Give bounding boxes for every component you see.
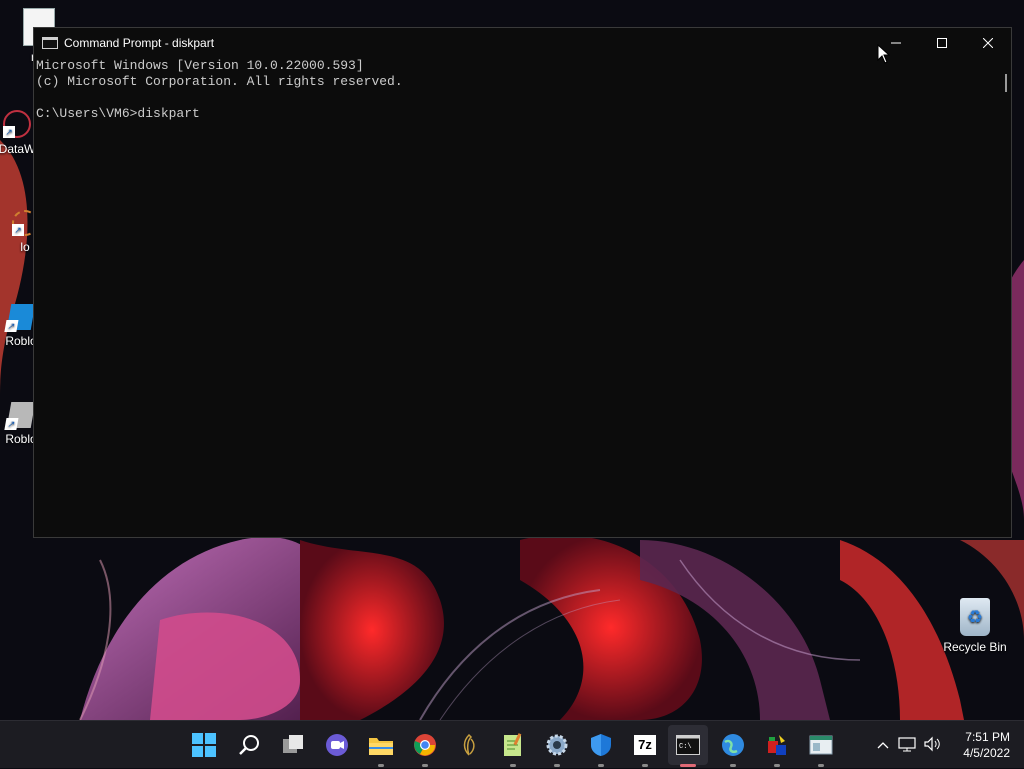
running-indicator <box>378 764 384 767</box>
recycle-bin-label: Recycle Bin <box>943 640 1007 654</box>
console-line: Microsoft Windows [Version 10.0.22000.59… <box>36 58 364 73</box>
active-indicator <box>680 764 696 767</box>
console-prompt-line: C:\Users\VM6>diskpart <box>36 106 200 121</box>
running-indicator <box>642 764 648 767</box>
show-hidden-icons-button[interactable] <box>872 738 894 752</box>
search-button[interactable] <box>233 729 265 761</box>
running-indicator <box>598 764 604 767</box>
clock-time: 7:51 PM <box>965 730 1010 744</box>
roblox-studio-icon: ↗ <box>4 402 36 430</box>
settings-button[interactable] <box>541 729 573 767</box>
minimize-icon <box>891 42 901 44</box>
window-title: Command Prompt - diskpart <box>64 36 215 50</box>
start-button[interactable] <box>188 729 220 761</box>
clock-date: 4/5/2022 <box>963 746 1010 760</box>
file-explorer-button[interactable] <box>365 729 397 767</box>
volume-icon <box>924 736 940 751</box>
app-button[interactable] <box>453 729 485 761</box>
settings-icon <box>546 734 568 756</box>
desktop-icon-label: Roblo <box>5 334 37 348</box>
close-button[interactable] <box>965 28 1011 58</box>
browser-button[interactable] <box>717 729 749 767</box>
paint-icon <box>768 735 786 755</box>
maximize-icon <box>937 38 947 48</box>
taskbar: 7z C:\ 7:51 PM 4/5/2022 <box>0 720 1024 768</box>
chevron-up-icon <box>877 742 889 749</box>
file-explorer-icon <box>369 738 393 755</box>
teams-chat-icon <box>326 734 348 756</box>
running-indicator <box>774 764 780 767</box>
mouse-cursor-icon <box>877 44 891 64</box>
desktop-icon-label: lo <box>20 240 30 254</box>
app-icon <box>463 733 475 756</box>
command-prompt-icon: C:\ <box>676 735 700 755</box>
shortcut-arrow-icon: ↗ <box>4 418 19 430</box>
browser-icon <box>722 734 744 756</box>
7zip-button[interactable]: 7z <box>629 729 661 767</box>
running-indicator <box>818 764 824 767</box>
task-view-icon <box>283 735 303 753</box>
volume-button[interactable] <box>920 736 944 755</box>
notepad-plus-button[interactable] <box>497 729 529 767</box>
shortcut-arrow-icon: ↗ <box>4 320 19 332</box>
recycle-bin-icon: ♻ <box>960 598 990 636</box>
roblox-icon: ↗ <box>4 304 36 332</box>
7zip-icon: 7z <box>634 735 656 755</box>
command-prompt-window[interactable]: Command Prompt - diskpart Microsoft Wind… <box>33 27 1012 538</box>
app-window-button[interactable] <box>805 729 837 767</box>
running-indicator <box>422 764 428 767</box>
windows-security-icon <box>591 734 611 756</box>
close-icon <box>983 38 993 48</box>
running-indicator <box>510 764 516 767</box>
search-icon <box>239 735 259 755</box>
vertical-scrollbar[interactable] <box>999 58 1011 537</box>
windows-start-icon <box>192 733 216 757</box>
chrome-icon <box>414 734 436 756</box>
svg-text:C:\: C:\ <box>679 743 692 751</box>
console-line: (c) Microsoft Corporation. All rights re… <box>36 74 403 89</box>
paint-button[interactable] <box>761 729 793 767</box>
network-button[interactable] <box>894 736 920 755</box>
desktop-icon-label: Roblo <box>5 432 37 446</box>
desktop-icon-recycle-bin[interactable]: ♻ Recycle Bin <box>940 598 1010 654</box>
maximize-button[interactable] <box>919 28 965 58</box>
command-prompt-taskbar-button[interactable]: C:\ <box>668 725 708 767</box>
windows-security-button[interactable] <box>585 729 617 767</box>
notepad-icon <box>504 733 522 756</box>
shortcut-arrow-icon: ↗ <box>3 126 15 138</box>
teams-chat-button[interactable] <box>321 729 353 761</box>
shortcut-arrow-icon: ↗ <box>12 224 24 236</box>
network-icon <box>898 736 916 751</box>
console-output[interactable]: Microsoft Windows [Version 10.0.22000.59… <box>34 58 999 537</box>
window-titlebar[interactable]: Command Prompt - diskpart <box>34 28 1011 58</box>
command-prompt-icon <box>42 37 58 49</box>
desktop-icon-label: DataW <box>0 142 36 156</box>
chrome-button[interactable] <box>409 729 441 767</box>
datawrangler-icon: ↗ <box>3 110 31 138</box>
taskbar-clock[interactable]: 7:51 PM 4/5/2022 <box>963 729 1010 761</box>
app-window-icon <box>809 735 833 755</box>
system-tray <box>872 721 944 769</box>
scroll-thumb[interactable] <box>1005 74 1007 92</box>
task-view-button[interactable] <box>277 729 309 761</box>
running-indicator <box>554 764 560 767</box>
running-indicator <box>730 764 736 767</box>
